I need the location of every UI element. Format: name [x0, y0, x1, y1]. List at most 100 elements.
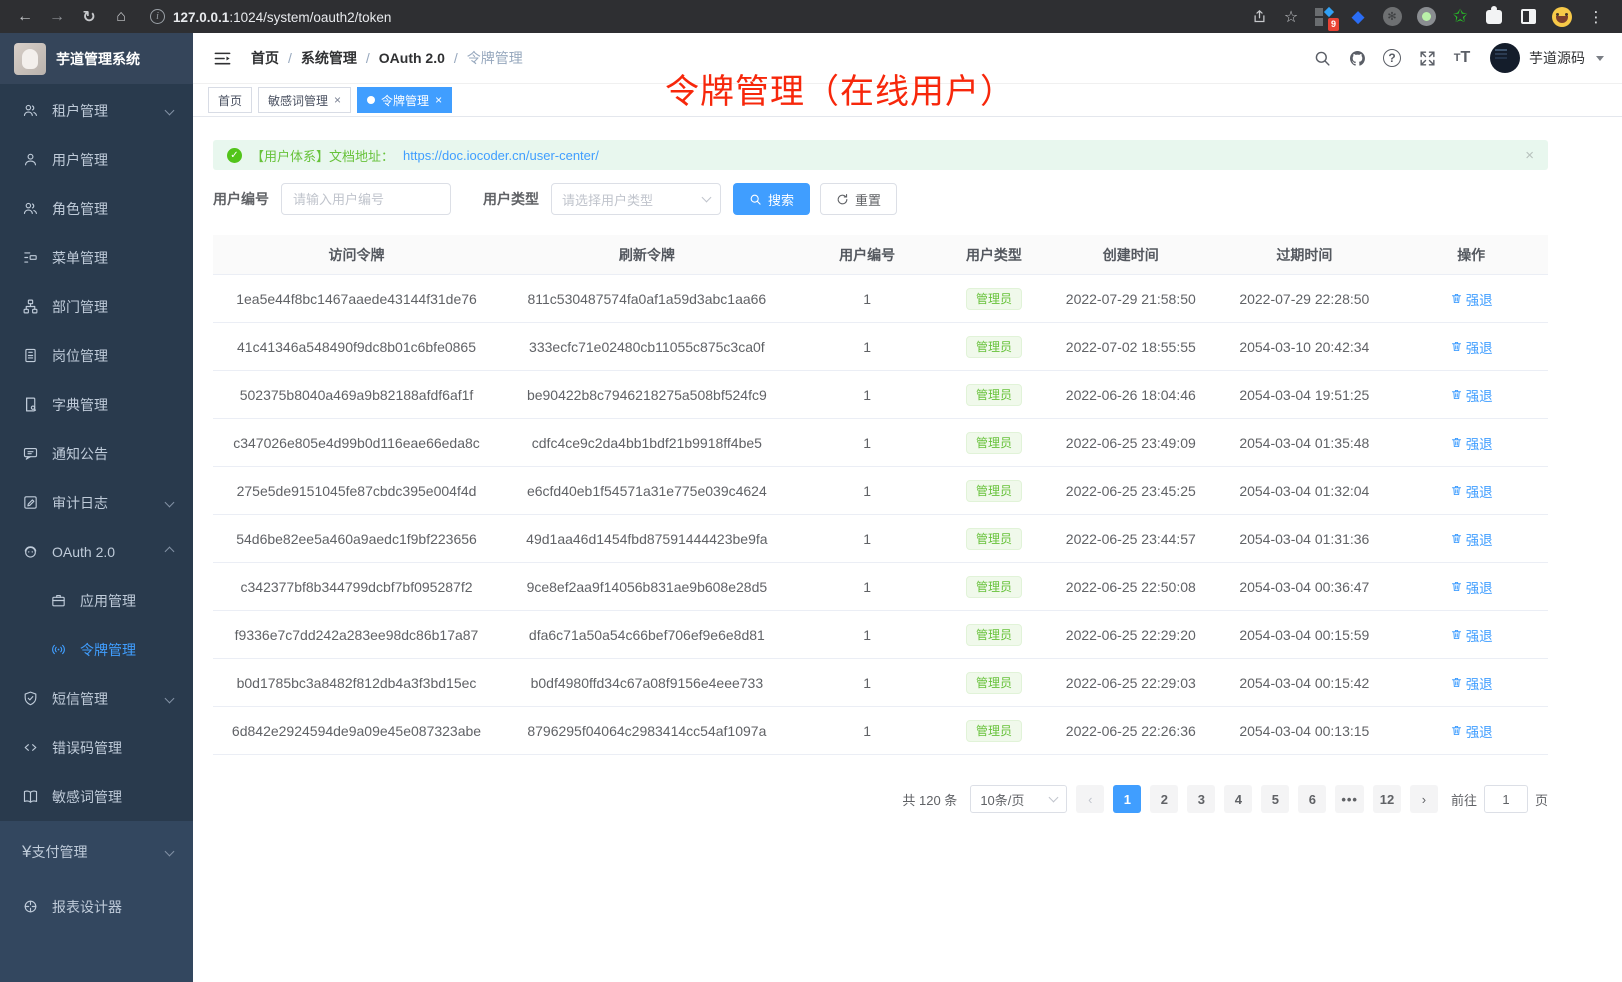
address-bar[interactable]: i 127.0.0.1:1024/system/oauth2/token	[138, 4, 1242, 30]
page-button-3[interactable]: 3	[1187, 785, 1215, 813]
action-cell: 强退	[1394, 433, 1548, 453]
command-extension-icon[interactable]: ✻	[1383, 7, 1402, 26]
tab-首页[interactable]: 首页	[208, 87, 252, 113]
sidebar-item-敏感词管理[interactable]: 敏感词管理	[0, 772, 193, 821]
force-logout-link[interactable]: 强退	[1450, 337, 1493, 357]
tab-close-icon[interactable]: ×	[334, 93, 341, 107]
more-pages-button[interactable]: •••	[1335, 785, 1364, 813]
page-button-5[interactable]: 5	[1261, 785, 1289, 813]
share-icon[interactable]	[1244, 4, 1274, 30]
reset-button[interactable]: 重置	[820, 183, 897, 215]
user-type-badge: 管理员	[966, 336, 1022, 358]
sidebar-item-菜单管理[interactable]: 菜单管理	[0, 233, 193, 282]
home-icon[interactable]: ⌂	[106, 4, 136, 30]
extension-grid-icon[interactable]: 9	[1314, 7, 1334, 27]
trash-icon	[1450, 676, 1463, 689]
page-button-1[interactable]: 1	[1113, 785, 1141, 813]
app-logo-row[interactable]: 芋道管理系统	[0, 33, 193, 84]
force-logout-link[interactable]: 强退	[1450, 625, 1493, 645]
fullscreen-icon[interactable]	[1414, 45, 1440, 71]
action-cell: 强退	[1394, 625, 1548, 645]
sidebar-item-label: 应用管理	[80, 591, 136, 611]
tree-icon	[22, 249, 39, 266]
sidebar-item-label: 岗位管理	[52, 346, 108, 366]
page-size-select[interactable]: 10条/页	[970, 785, 1067, 813]
force-logout-link[interactable]: 强退	[1450, 481, 1493, 501]
sidebar-item-字典管理[interactable]: 字典管理	[0, 380, 193, 429]
org-icon	[22, 298, 39, 315]
sidebar-item-部门管理[interactable]: 部门管理	[0, 282, 193, 331]
breadcrumb-item[interactable]: 首页	[251, 48, 279, 68]
action-cell: 强退	[1394, 385, 1548, 405]
user-type-badge: 管理员	[966, 720, 1022, 742]
page-button-12[interactable]: 12	[1373, 785, 1401, 813]
table-row: 6d842e2924594de9a09e45e087323abe8796295f…	[213, 707, 1548, 755]
sidepanel-icon[interactable]	[1521, 9, 1536, 24]
alert-doc-link[interactable]: https://doc.iocoder.cn/user-center/	[403, 148, 599, 163]
sidebar-item-错误码管理[interactable]: 错误码管理	[0, 723, 193, 772]
sidebar-item-角色管理[interactable]: 角色管理	[0, 184, 193, 233]
action-cell: 强退	[1394, 337, 1548, 357]
back-icon[interactable]: ←	[10, 4, 40, 30]
force-logout-link[interactable]: 强退	[1450, 289, 1493, 309]
pagination-bar: 共 120 条 10条/页 ‹ 123456•••12 › 前往 页	[213, 785, 1548, 813]
trash-icon	[1450, 628, 1463, 641]
collapse-sidebar-icon[interactable]	[207, 43, 237, 73]
tab-敏感词管理[interactable]: 敏感词管理×	[258, 87, 351, 113]
user-name[interactable]: 芋道源码	[1529, 48, 1585, 68]
search-icon[interactable]	[1309, 45, 1335, 71]
action-cell: 强退	[1394, 673, 1548, 693]
green-star-extension-icon[interactable]: ✩	[1450, 7, 1470, 27]
sidebar-item-岗位管理[interactable]: 岗位管理	[0, 331, 193, 380]
browser-menu-icon[interactable]: ⋮	[1586, 7, 1606, 27]
force-logout-link[interactable]: 强退	[1450, 529, 1493, 549]
sidebar-item-用户管理[interactable]: 用户管理	[0, 135, 193, 184]
page-button-4[interactable]: 4	[1224, 785, 1252, 813]
reload-icon[interactable]: ↻	[74, 4, 104, 30]
breadcrumb-item[interactable]: 系统管理	[301, 48, 357, 68]
force-logout-link[interactable]: 强退	[1450, 577, 1493, 597]
sidebar-item-应用管理[interactable]: 应用管理	[0, 576, 193, 625]
tab-令牌管理[interactable]: 令牌管理×	[357, 87, 452, 113]
prev-page-button[interactable]: ‹	[1076, 785, 1104, 813]
user-type-select[interactable]: 请选择用户类型	[551, 183, 721, 215]
alert-close-icon[interactable]: ×	[1525, 147, 1534, 164]
goto-page-input[interactable]	[1484, 785, 1528, 813]
sidebar-item-审计日志[interactable]: 审计日志	[0, 478, 193, 527]
puzzle-extensions-icon[interactable]	[1486, 10, 1502, 24]
forward-icon[interactable]: →	[42, 4, 72, 30]
sidebar-item-报表设计器[interactable]: 报表设计器	[0, 879, 193, 934]
force-logout-link[interactable]: 强退	[1450, 673, 1493, 693]
page-button-2[interactable]: 2	[1150, 785, 1178, 813]
recorder-extension-icon[interactable]	[1417, 7, 1436, 26]
force-logout-link[interactable]: 强退	[1450, 433, 1493, 453]
github-icon[interactable]	[1344, 45, 1370, 71]
sidebar-item-令牌管理[interactable]: 令牌管理	[0, 625, 193, 674]
access-token-cell: 6d842e2924594de9a09e45e087323abe	[213, 723, 500, 739]
page-button-6[interactable]: 6	[1298, 785, 1326, 813]
badge-icon	[22, 347, 39, 364]
page-info-icon[interactable]: i	[150, 9, 165, 24]
select-caret-icon	[702, 193, 712, 203]
bookmark-star-icon[interactable]: ☆	[1276, 4, 1306, 30]
sidebar-item-通知公告[interactable]: 通知公告	[0, 429, 193, 478]
breadcrumb-item[interactable]: OAuth 2.0	[379, 50, 445, 66]
profile-avatar-icon[interactable]	[1552, 7, 1572, 27]
user-menu-caret-icon[interactable]	[1596, 56, 1604, 61]
force-logout-link[interactable]: 强退	[1450, 385, 1493, 405]
help-icon[interactable]: ?	[1379, 45, 1405, 71]
tab-close-icon[interactable]: ×	[435, 93, 442, 107]
gem-extension-icon[interactable]: ◆	[1348, 7, 1368, 27]
user-id-input[interactable]	[281, 183, 451, 215]
user-type-badge: 管理员	[966, 672, 1022, 694]
chevron-down-icon	[165, 106, 175, 116]
sidebar-item-短信管理[interactable]: 短信管理	[0, 674, 193, 723]
next-page-button[interactable]: ›	[1410, 785, 1438, 813]
sidebar-item-租户管理[interactable]: 租户管理	[0, 86, 193, 135]
user-avatar[interactable]	[1490, 43, 1520, 73]
sidebar-item-支付管理[interactable]: ¥支付管理	[0, 824, 193, 879]
font-size-icon[interactable]: TT	[1449, 45, 1475, 71]
search-button[interactable]: 搜索	[733, 183, 810, 215]
sidebar-item-OAuth 2.0[interactable]: OAuth 2.0	[0, 527, 193, 576]
force-logout-link[interactable]: 强退	[1450, 721, 1493, 741]
